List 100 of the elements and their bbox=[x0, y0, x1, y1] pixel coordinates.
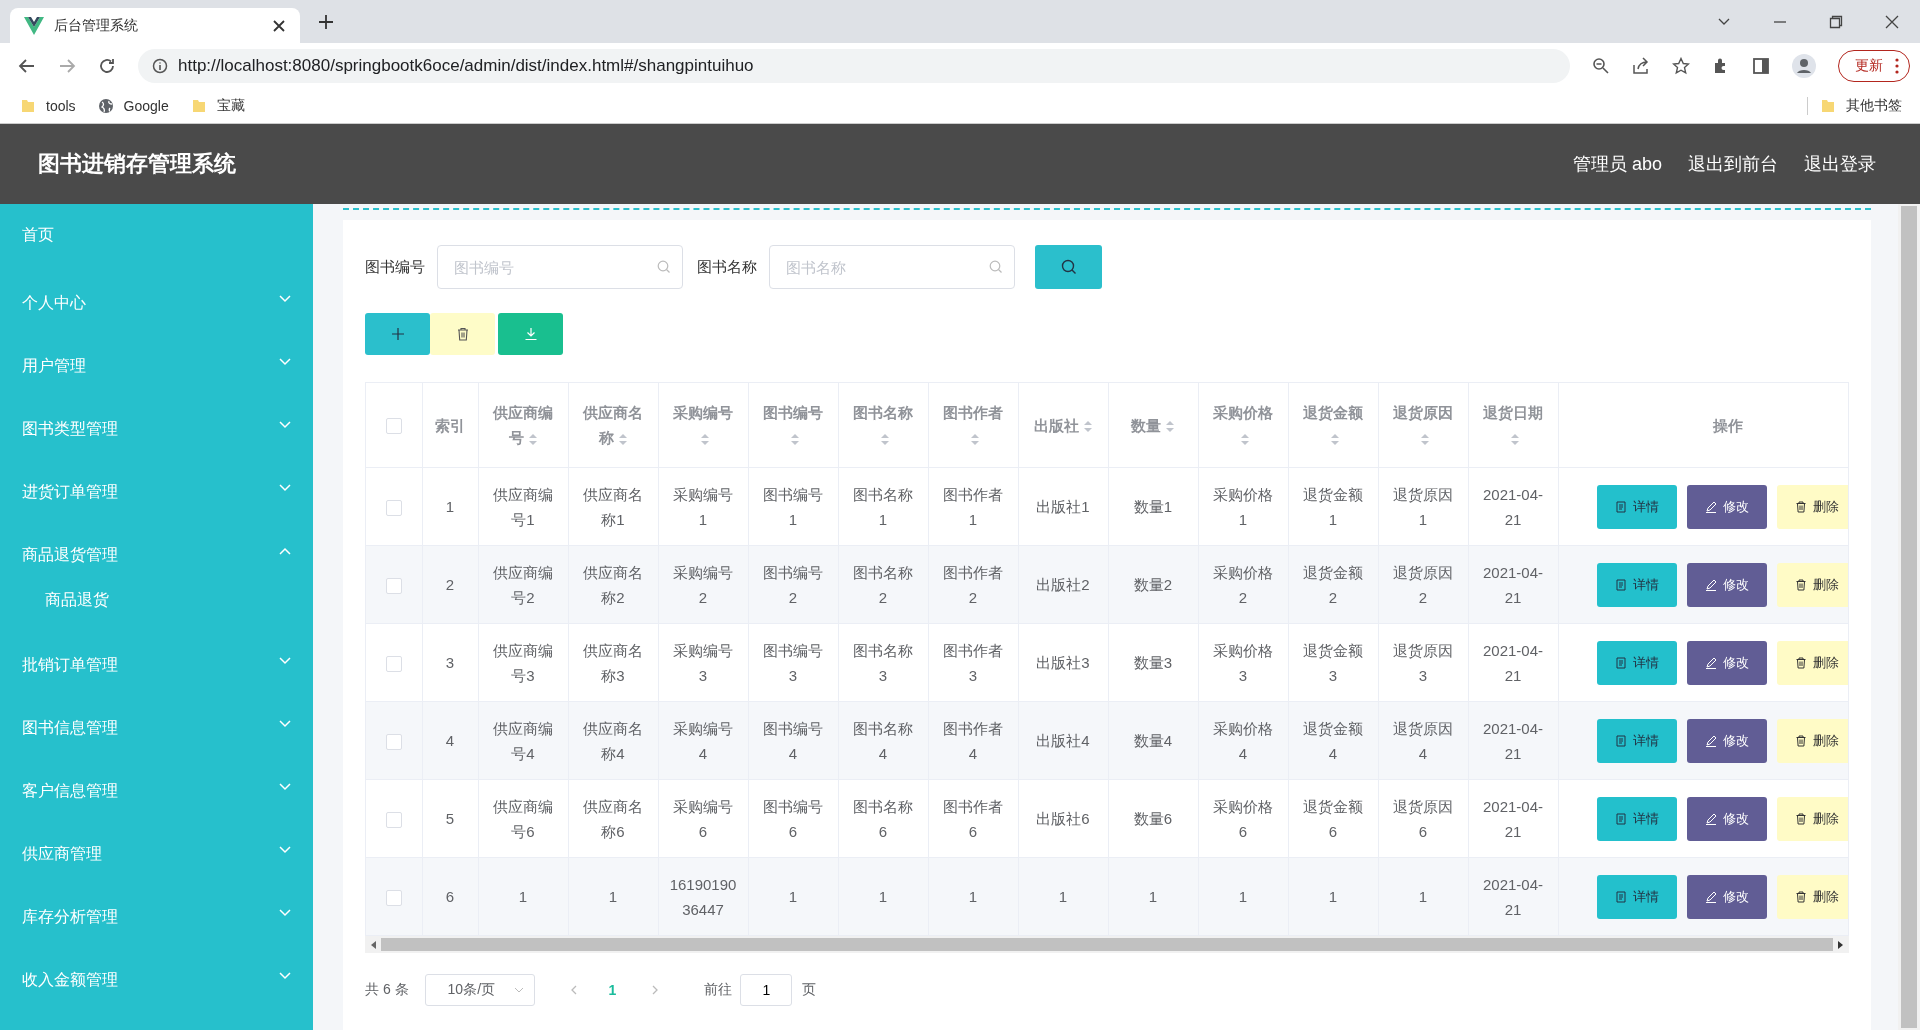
close-icon[interactable] bbox=[1885, 14, 1899, 29]
column-header[interactable]: 图书编号 bbox=[759, 400, 827, 450]
column-header[interactable]: 采购编号 bbox=[669, 400, 737, 450]
sort-icon[interactable] bbox=[880, 432, 890, 447]
bookmark[interactable]: 其他书签 bbox=[1807, 96, 1902, 115]
goto-page-field[interactable]: 1 bbox=[740, 974, 793, 1006]
more-icon[interactable] bbox=[1895, 57, 1899, 74]
header-link[interactable]: 管理员 abo bbox=[1572, 152, 1662, 176]
forward-icon[interactable] bbox=[58, 56, 76, 75]
column-header[interactable]: 供应商编号 bbox=[489, 400, 557, 450]
edit-button[interactable]: 修改 bbox=[1686, 562, 1767, 607]
sort-icon[interactable] bbox=[1165, 419, 1175, 434]
search-field[interactable]: 图书名称 bbox=[769, 245, 1015, 289]
update-button[interactable]: 更新 bbox=[1838, 49, 1910, 82]
sort-icon[interactable] bbox=[1240, 432, 1250, 447]
table-cell: 图书作者2 bbox=[943, 563, 1003, 606]
share-icon[interactable] bbox=[1632, 56, 1650, 75]
sort-icon[interactable] bbox=[1420, 432, 1430, 447]
chevron-down-icon bbox=[279, 420, 291, 429]
column-header[interactable]: 采购价格 bbox=[1209, 400, 1277, 450]
remove-button[interactable]: 删除 bbox=[1776, 562, 1848, 607]
globe-icon bbox=[97, 97, 114, 114]
table-cell: 图书编号1 bbox=[763, 485, 823, 528]
header-link[interactable]: 退出登录 bbox=[1804, 152, 1876, 176]
checkbox[interactable] bbox=[385, 578, 402, 595]
edit-button[interactable]: 修改 bbox=[1686, 718, 1767, 763]
address-bar[interactable]: http://localhost:8080/springbootk6oce/admin/dist/index.html#/shangpintuihuo bbox=[138, 48, 1570, 83]
new-tab-icon[interactable] bbox=[318, 13, 334, 30]
table-cell: 图书编号6 bbox=[763, 797, 823, 840]
sort-icon[interactable] bbox=[527, 432, 538, 447]
sort-icon[interactable] bbox=[1510, 432, 1520, 447]
bookmark[interactable]: 宝藏 bbox=[190, 96, 245, 115]
remove-button[interactable]: 删除 bbox=[1776, 718, 1848, 763]
chevron-down-icon bbox=[279, 845, 291, 854]
vertical-scrollbar[interactable] bbox=[1898, 204, 1920, 1030]
sort-icon[interactable] bbox=[700, 432, 710, 447]
bookmark[interactable]: Google bbox=[97, 97, 169, 114]
checkbox[interactable] bbox=[385, 500, 402, 517]
detail-button[interactable]: 详情 bbox=[1596, 718, 1677, 763]
table-cell: 供应商名称3 bbox=[583, 641, 643, 684]
search-field[interactable]: 图书编号 bbox=[437, 245, 683, 289]
sort-icon[interactable] bbox=[1082, 419, 1093, 434]
scroll-right-icon[interactable] bbox=[1837, 940, 1843, 949]
horizontal-scrollbar[interactable] bbox=[365, 936, 1849, 953]
remove-button[interactable]: 删除 bbox=[1776, 874, 1848, 919]
column-header[interactable]: 供应商名称 bbox=[579, 400, 647, 450]
delete-button[interactable] bbox=[430, 313, 495, 355]
add-button[interactable] bbox=[365, 313, 430, 355]
column-header[interactable]: 退货原因 bbox=[1389, 400, 1457, 450]
remove-button[interactable]: 删除 bbox=[1776, 484, 1848, 529]
table-cell: 退货原因6 bbox=[1393, 797, 1453, 840]
detail-button[interactable]: 详情 bbox=[1596, 796, 1677, 841]
checkbox[interactable] bbox=[385, 656, 402, 673]
sort-icon[interactable] bbox=[790, 432, 800, 447]
detail-button[interactable]: 详情 bbox=[1596, 874, 1677, 919]
sort-icon[interactable] bbox=[970, 432, 980, 447]
column-header[interactable]: 图书名称 bbox=[849, 400, 917, 450]
checkbox[interactable] bbox=[385, 418, 402, 434]
table-cell: 1 bbox=[1238, 888, 1248, 905]
export-button[interactable] bbox=[498, 313, 563, 355]
detail-button[interactable]: 详情 bbox=[1596, 562, 1677, 607]
table-cell: 退货金额6 bbox=[1303, 797, 1363, 840]
column-header[interactable]: 数量 bbox=[1131, 412, 1175, 438]
close-icon[interactable] bbox=[272, 18, 286, 33]
field-label: 图书编号 bbox=[365, 257, 425, 277]
edit-button[interactable]: 修改 bbox=[1686, 874, 1767, 919]
detail-button[interactable]: 详情 bbox=[1596, 640, 1677, 685]
back-icon[interactable] bbox=[18, 56, 36, 75]
column-header[interactable]: 图书作者 bbox=[939, 400, 1007, 450]
restore-icon[interactable] bbox=[1829, 14, 1843, 29]
remove-button[interactable]: 删除 bbox=[1776, 796, 1848, 841]
edit-button[interactable]: 修改 bbox=[1686, 484, 1767, 529]
edit-button[interactable]: 修改 bbox=[1686, 640, 1767, 685]
zoom-out-icon[interactable] bbox=[1592, 56, 1610, 75]
page-size-select[interactable]: 10条/页 bbox=[424, 974, 535, 1006]
header-link[interactable]: 退出到前台 bbox=[1688, 152, 1778, 176]
scroll-left-icon[interactable] bbox=[371, 940, 377, 949]
column-header[interactable]: 索引 bbox=[435, 412, 465, 438]
edit-button[interactable]: 修改 bbox=[1686, 796, 1767, 841]
sidebar-icon[interactable] bbox=[1752, 56, 1770, 75]
bookmark[interactable]: tools bbox=[20, 97, 76, 114]
column-header[interactable]: 退货日期 bbox=[1479, 400, 1547, 450]
sort-icon[interactable] bbox=[617, 432, 628, 447]
column-header[interactable]: 退货金额 bbox=[1299, 400, 1367, 450]
column-header[interactable]: 操作 bbox=[1713, 412, 1743, 438]
search-button[interactable] bbox=[1035, 245, 1102, 289]
remove-button[interactable]: 删除 bbox=[1776, 640, 1848, 685]
table-cell: 采购编号4 bbox=[673, 719, 733, 762]
column-header[interactable]: 出版社 bbox=[1033, 412, 1093, 438]
checkbox[interactable] bbox=[385, 890, 402, 907]
reload-icon[interactable] bbox=[98, 56, 116, 75]
detail-button[interactable]: 详情 bbox=[1596, 484, 1677, 529]
chevron-up-icon bbox=[279, 546, 291, 555]
table-cell: 图书名称3 bbox=[853, 641, 913, 684]
pencil-icon bbox=[1704, 500, 1717, 513]
checkbox[interactable] bbox=[385, 734, 402, 751]
profile-icon[interactable] bbox=[1792, 53, 1816, 78]
sort-icon[interactable] bbox=[1330, 432, 1340, 447]
checkbox[interactable] bbox=[385, 812, 402, 829]
star-icon[interactable] bbox=[1672, 56, 1690, 75]
